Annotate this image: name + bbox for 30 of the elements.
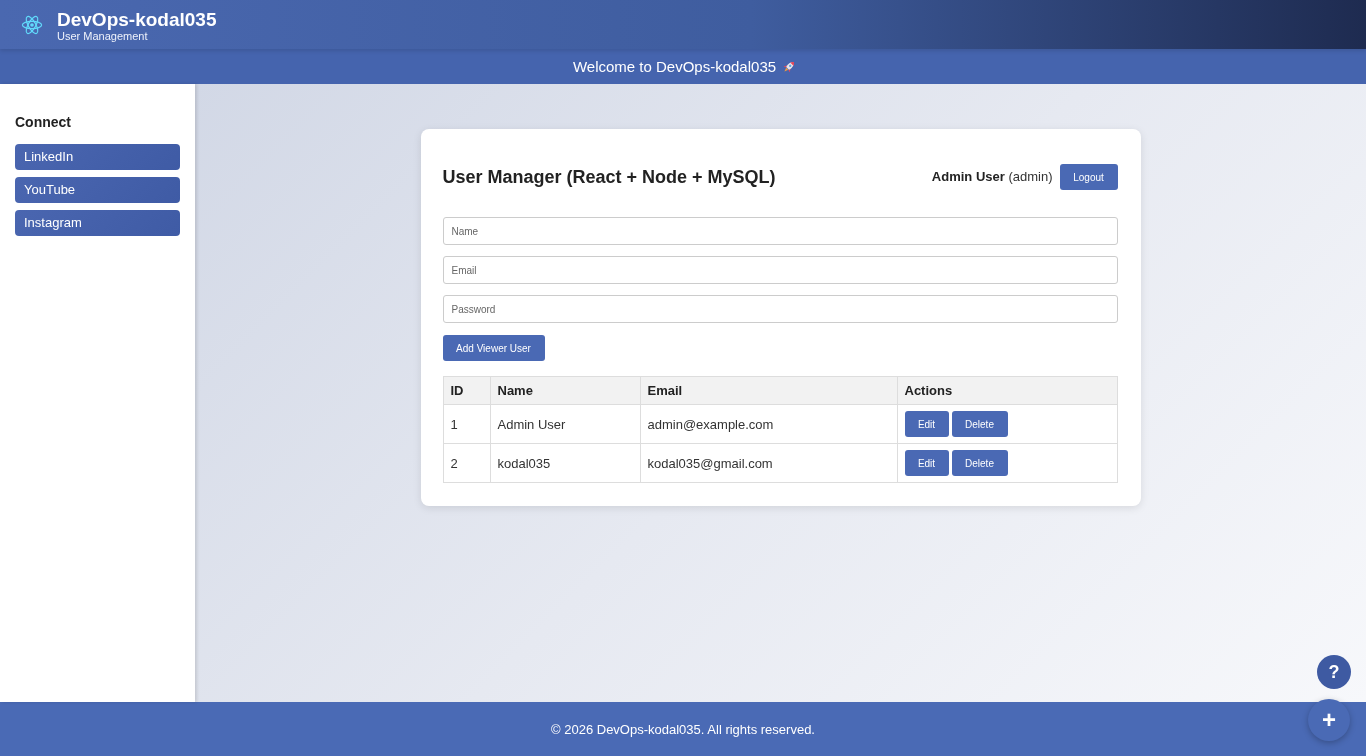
app-title: DevOps-kodal035 — [57, 9, 217, 30]
table-cell: Admin User — [490, 404, 640, 444]
column-header: Name — [490, 376, 640, 405]
delete-button[interactable]: Delete — [951, 450, 1008, 476]
add-user-button[interactable]: Add Viewer User — [442, 335, 545, 361]
column-header: Email — [640, 376, 897, 405]
copyright-text: © 2026 DevOps-kodal035. All rights reserved. — [551, 721, 815, 737]
table-cell: kodal035 — [490, 443, 640, 483]
sidebar-link[interactable]: YouTube — [15, 177, 180, 203]
column-header: ID — [443, 376, 490, 405]
table-cell: kodal035@gmail.com — [640, 443, 897, 483]
atom-icon — [21, 13, 43, 36]
column-header: Actions — [897, 376, 1117, 405]
input-field[interactable]: Email — [442, 256, 1118, 284]
user-info: Admin User (admin) — [931, 169, 1053, 185]
input-field[interactable]: Password — [442, 295, 1118, 323]
sidebar-link[interactable]: Instagram — [15, 210, 180, 236]
welcome-text: Welcome to DevOps-kodal035 — [572, 57, 777, 76]
table-cell: admin@example.com — [640, 404, 897, 444]
panel-title: User Manager (React + Node + MySQL) — [442, 166, 776, 188]
logout-button[interactable]: Logout — [1059, 164, 1118, 190]
table-cell: 1 — [443, 404, 490, 444]
app-subtitle: User Management — [57, 30, 149, 42]
edit-button[interactable]: Edit — [904, 411, 949, 437]
delete-button[interactable]: Delete — [951, 411, 1008, 437]
sidebar-heading: Connect — [15, 114, 72, 130]
input-field[interactable]: Name — [442, 217, 1118, 245]
table-cell: 2 — [443, 443, 490, 483]
edit-button[interactable]: Edit — [904, 450, 949, 476]
sidebar-link[interactable]: LinkedIn — [15, 144, 180, 170]
